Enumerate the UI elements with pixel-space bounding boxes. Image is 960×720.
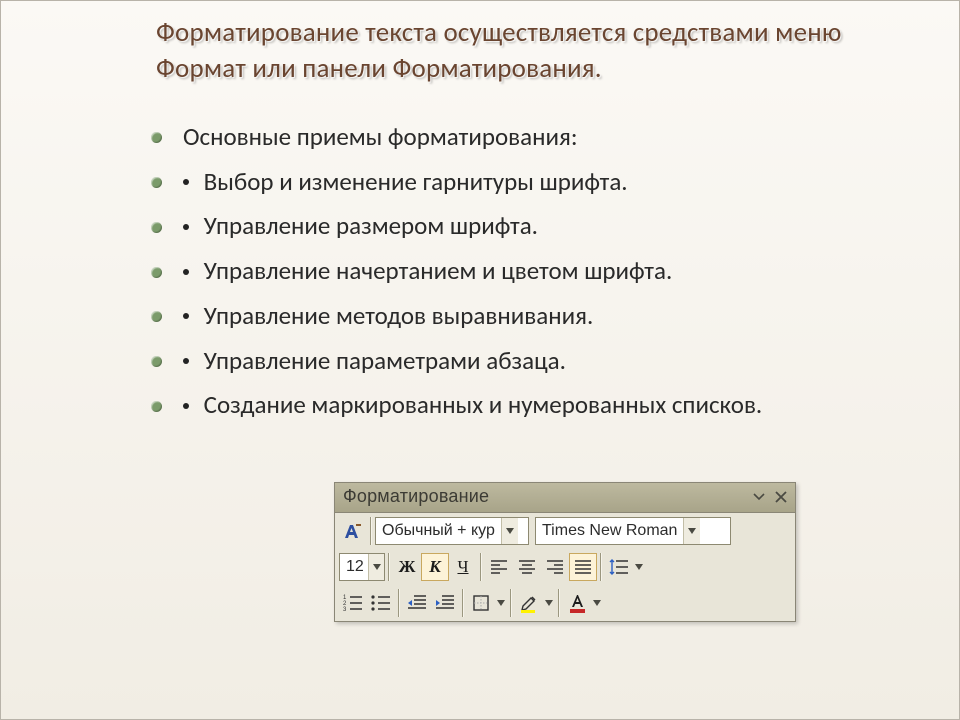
toolbar-row-2: 12 Ж К Ч [335, 549, 795, 585]
list-item: Создание маркированных и нумерованных сп… [151, 388, 889, 422]
bullet-icon [151, 267, 162, 278]
bold-button[interactable]: Ж [393, 553, 421, 581]
chevron-down-icon[interactable] [501, 518, 518, 544]
list-item-text: Создание маркированных и нумерованных сп… [204, 389, 763, 420]
close-icon[interactable] [773, 490, 789, 504]
inner-bullet-icon [183, 269, 189, 275]
list-item: Выбор и изменение гарнитуры шрифта. [151, 165, 889, 199]
align-justify-button[interactable] [569, 553, 597, 581]
separator [510, 589, 512, 617]
list-item-text: Управление методов выравнивания. [204, 300, 594, 331]
formatting-toolbar: Форматирование Обычный + кур [334, 482, 796, 622]
line-spacing-button[interactable] [605, 553, 633, 581]
list-item: Управление параметрами абзаца. [151, 344, 889, 378]
toolbar-row-3: 1 2 3 [335, 585, 795, 621]
list-item-text: Управление размером шрифта. [204, 210, 538, 241]
borders-button[interactable] [467, 589, 495, 617]
inner-bullet-icon [183, 179, 189, 185]
body-area: Основные приемы форматирования: Выбор и … [1, 98, 959, 422]
size-combo-value: 12 [340, 558, 368, 576]
list-item: Управление размером шрифта. [151, 209, 889, 243]
list-item: Управление методов выравнивания. [151, 299, 889, 333]
svg-text:3: 3 [343, 607, 347, 613]
separator [398, 589, 400, 617]
increase-indent-button[interactable] [431, 589, 459, 617]
align-left-button[interactable] [485, 553, 513, 581]
list-item-text: Выбор и изменение гарнитуры шрифта. [204, 166, 628, 197]
style-combo-value: Обычный + кур [376, 522, 501, 540]
underline-label: Ч [457, 557, 468, 577]
separator [600, 553, 602, 581]
font-combo-value: Times New Roman [536, 522, 683, 540]
style-combo[interactable]: Обычный + кур [375, 517, 529, 545]
slide: Форматирование текста осуществляется сре… [0, 0, 960, 720]
highlight-menu[interactable] [543, 589, 555, 617]
font-combo[interactable]: Times New Roman [535, 517, 731, 545]
inner-bullet-icon [183, 403, 189, 409]
toolbar-row-1: Обычный + кур Times New Roman [335, 513, 795, 549]
highlight-button[interactable] [515, 589, 543, 617]
bullet-icon [151, 311, 162, 322]
list-item: Управление начертанием и цветом шрифта. [151, 254, 889, 288]
toolbar-options-icon[interactable] [751, 490, 767, 504]
list-item: Основные приемы форматирования: [151, 120, 889, 154]
chevron-down-icon[interactable] [683, 518, 700, 544]
slide-title: Форматирование текста осуществляется сре… [156, 15, 874, 88]
toolbar-titlebar[interactable]: Форматирование [335, 483, 795, 513]
bullet-icon [151, 222, 162, 233]
bullet-list: Основные приемы форматирования: Выбор и … [151, 120, 889, 422]
size-combo[interactable]: 12 [339, 553, 385, 581]
decrease-indent-button[interactable] [403, 589, 431, 617]
inner-bullet-icon [183, 358, 189, 364]
list-item-text: Основные приемы форматирования: [183, 121, 578, 152]
align-center-button[interactable] [513, 553, 541, 581]
font-color-button[interactable] [563, 589, 591, 617]
borders-menu[interactable] [495, 589, 507, 617]
font-color-menu[interactable] [591, 589, 603, 617]
inner-bullet-icon [183, 224, 189, 230]
styles-pane-button[interactable] [339, 517, 367, 545]
chevron-down-icon[interactable] [368, 554, 384, 580]
numbered-list-button[interactable]: 1 2 3 [339, 589, 367, 617]
list-item-text: Управление параметрами абзаца. [204, 345, 566, 376]
separator [388, 553, 390, 581]
bulleted-list-button[interactable] [367, 589, 395, 617]
bullet-icon [151, 132, 162, 143]
line-spacing-menu[interactable] [633, 553, 645, 581]
separator [558, 589, 560, 617]
bullet-icon [151, 356, 162, 367]
bullet-icon [151, 401, 162, 412]
bold-label: Ж [399, 557, 416, 577]
toolbar-title: Форматирование [343, 486, 489, 507]
bullet-icon [151, 177, 162, 188]
separator [480, 553, 482, 581]
italic-button[interactable]: К [421, 553, 449, 581]
italic-label: К [429, 557, 441, 577]
separator [370, 517, 372, 545]
separator [462, 589, 464, 617]
list-item-text: Управление начертанием и цветом шрифта. [204, 255, 673, 286]
align-right-button[interactable] [541, 553, 569, 581]
underline-button[interactable]: Ч [449, 553, 477, 581]
inner-bullet-icon [183, 313, 189, 319]
title-area: Форматирование текста осуществляется сре… [1, 1, 959, 98]
